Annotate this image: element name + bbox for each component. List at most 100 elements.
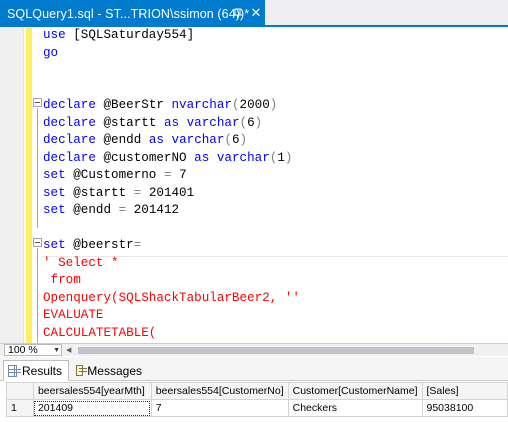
code-token: ( — [224, 133, 232, 147]
scrollbar-thumb[interactable] — [78, 347, 474, 354]
tab-results[interactable]: Results — [3, 360, 69, 381]
table-cell[interactable]: Checkers — [287, 399, 423, 417]
code-line[interactable] — [43, 220, 508, 238]
code-token: use — [43, 28, 74, 42]
table-cell[interactable]: 95038100 — [421, 399, 508, 417]
code-token: @startt — [73, 185, 134, 200]
code-token: @BeerStr — [103, 98, 172, 112]
code-line[interactable]: CALCULATETABLE( — [43, 325, 508, 343]
table-cell[interactable]: 201409 — [32, 399, 152, 417]
document-tab[interactable]: SQLQuery1.sql - ST...TRION\ssimon (64))* — [0, 0, 265, 27]
code-line[interactable]: set @beerstr= — [43, 237, 508, 255]
editor-gutter — [0, 27, 24, 343]
code-token: set — [43, 185, 74, 200]
messages-icon — [76, 365, 88, 376]
outline-line — [37, 248, 38, 343]
code-token: ) — [269, 98, 278, 112]
code-token: nvarchar — [171, 98, 232, 112]
zoom-select[interactable]: 100 % ▼ — [4, 344, 62, 356]
code-line[interactable]: declare @endd as varchar(6) — [43, 132, 508, 150]
code-token: 6 — [231, 133, 240, 147]
close-icon[interactable]: ✕ — [250, 6, 262, 20]
code-token: set — [43, 168, 74, 182]
code-token: ( — [239, 115, 248, 130]
table-cell[interactable]: 7 — [150, 399, 289, 417]
code-line[interactable]: Openquery(SQLShackTabularBeer2, '' — [43, 290, 508, 308]
horizontal-scrollbar[interactable]: ◀ — [64, 345, 504, 356]
zoom-value: 100 % — [8, 344, 38, 356]
grid-icon — [8, 364, 21, 377]
code-token: CALCULATETABLE( — [43, 325, 157, 340]
collapse-toggle-icon[interactable] — [33, 98, 42, 107]
column-header[interactable]: beersales554[CustomerNo] — [150, 382, 289, 400]
code-line[interactable]: EVALUATE — [43, 307, 508, 325]
code-token: 201412 — [133, 203, 180, 217]
code-token: declare — [43, 133, 104, 147]
outline-line — [37, 108, 38, 228]
code-line[interactable]: use [SQLSaturday554] — [43, 27, 508, 45]
column-header[interactable]: [Sales] — [421, 382, 508, 400]
code-line[interactable]: declare @customerNO as varchar(1) — [43, 150, 508, 168]
code-line[interactable]: set @startt = 201401 — [43, 185, 508, 203]
code-token: varchar — [216, 150, 270, 165]
code-line[interactable]: set @Customerno = 7 — [43, 167, 508, 185]
results-tab-strip: Results Messages — [0, 357, 508, 381]
row-number[interactable]: 1 — [6, 399, 34, 417]
code-token: ' Select * — [43, 255, 119, 270]
tab-messages[interactable]: Messages — [72, 360, 148, 381]
code-token: 7 — [179, 168, 187, 182]
scroll-left-icon[interactable]: ◀ — [66, 345, 71, 356]
results-grid[interactable]: beersales554[yearMth] beersales554[Custo… — [0, 382, 508, 422]
code-token: 2000 — [239, 98, 270, 112]
column-header[interactable]: beersales554[yearMth] — [32, 382, 152, 400]
sql-code[interactable]: use [SQLSaturday554] go declare @BeerStr … — [43, 27, 508, 343]
code-token: Openquery(SQLShackTabularBeer2, '' — [43, 290, 300, 305]
code-token: = — [118, 203, 134, 217]
collapse-toggle-icon[interactable] — [33, 238, 42, 247]
row-header-corner[interactable] — [6, 382, 34, 400]
code-line[interactable]: declare @BeerStr nvarchar(2000) — [43, 97, 508, 115]
code-token: declare — [43, 98, 104, 112]
code-token: @beerstr — [73, 238, 134, 252]
code-token: as — [194, 150, 217, 165]
code-token: 201401 — [148, 185, 195, 200]
document-tab-title: SQLQuery1.sql - ST...TRION\ssimon (64))* — [7, 6, 250, 21]
code-line[interactable]: go — [43, 45, 508, 63]
code-token: EVALUATE — [43, 308, 104, 322]
tab-messages-label: Messages — [87, 363, 142, 378]
code-token: go — [43, 45, 59, 60]
code-token: set — [43, 238, 74, 252]
code-token: varchar — [171, 133, 225, 147]
code-token: @endd — [73, 203, 119, 217]
code-token: as — [148, 133, 172, 147]
tab-results-label: Results — [21, 363, 62, 378]
chevron-down-icon: ▼ — [53, 347, 60, 354]
query-editor[interactable]: use [SQLSaturday554] go declare @BeerStr … — [0, 27, 508, 343]
code-token: ) — [254, 115, 263, 130]
change-indicator-bar — [26, 27, 32, 343]
document-tab-strip: SQLQuery1.sql - ST...TRION\ssimon (64))*… — [0, 0, 508, 27]
code-token: [SQLSaturday554] — [73, 28, 195, 42]
results-table: beersales554[yearMth] beersales554[Custo… — [6, 382, 508, 417]
code-line[interactable]: set @endd = 201412 — [43, 202, 508, 220]
code-token: @Customerno — [73, 168, 164, 182]
code-token: declare — [43, 150, 104, 165]
table-row[interactable]: 1 201409 7 Checkers 95038100 — [6, 399, 508, 417]
code-line[interactable]: ' Select * — [43, 255, 508, 273]
code-token: varchar — [186, 115, 240, 130]
column-header[interactable]: Customer[CustomerName] — [287, 382, 423, 400]
code-token: = — [163, 168, 180, 182]
code-token: 6 — [247, 115, 255, 130]
code-line[interactable]: from — [43, 272, 508, 290]
code-token: ( — [231, 98, 240, 112]
editor-status-bar: 100 % ▼ ◀ — [0, 343, 508, 356]
code-token: @endd — [103, 133, 149, 147]
code-line[interactable] — [43, 80, 508, 98]
code-line[interactable] — [43, 62, 508, 80]
code-token: = — [133, 238, 142, 252]
code-token: declare — [43, 115, 104, 130]
pin-icon[interactable] — [231, 6, 245, 20]
code-token: = — [133, 185, 149, 200]
code-line[interactable]: declare @startt as varchar(6) — [43, 115, 508, 133]
code-token: as — [163, 115, 187, 130]
